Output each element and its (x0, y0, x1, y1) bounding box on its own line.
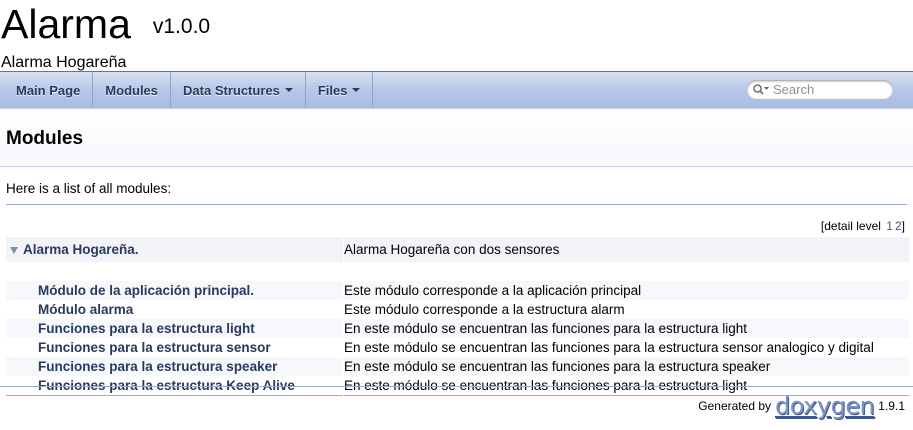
nav-item-label: Modules (105, 82, 159, 98)
table-row: Funciones para la estructura light En es… (6, 319, 909, 338)
project-name-text: Alarma (1, 1, 131, 47)
nav-item-data-structures[interactable]: Data Structures (171, 72, 306, 108)
module-entry: Funciones para la estructura light (6, 319, 344, 338)
dropdown-caret-icon (352, 88, 361, 92)
footer: Generated by doxygen 1.9.1 (0, 386, 913, 430)
generated-by: Generated by doxygen 1.9.1 (698, 394, 905, 418)
generated-by-label: Generated by (698, 399, 771, 413)
nav-item-modules[interactable]: Modules (93, 72, 172, 108)
contents: Here is a list of all modules: [detail l… (0, 181, 913, 396)
project-brief: Alarma Hogareña (1, 54, 127, 71)
table-row: Alarma Hogareña. Alarma Hogareña con dos… (6, 237, 909, 262)
project-number: v1.0.0 (152, 14, 211, 38)
module-description: Este módulo corresponde a la estructura … (343, 300, 909, 319)
module-description: Alarma Hogareña con dos sensores (343, 237, 909, 262)
module-description: En este módulo se encuentran las funcion… (343, 357, 909, 376)
nav-item-label: Files (317, 82, 348, 98)
module-description: Este módulo corresponde a la aplicación … (343, 281, 909, 300)
module-description: En este módulo se encuentran las funcion… (343, 338, 909, 357)
nav-item-main-page[interactable]: Main Page (0, 72, 94, 108)
detail-level-2-link[interactable]: 2 (895, 219, 902, 233)
nav-item-label: Main Page (16, 82, 81, 98)
intro-text: Here is a list of all modules: (6, 181, 907, 205)
nav-item-files[interactable]: Files (306, 72, 374, 108)
title-area: Alarma v1.0.0 Alarma Hogareña (0, 0, 913, 72)
module-link[interactable]: Funciones para la estructura light (38, 321, 255, 336)
module-entry: Funciones para la estructura sensor (6, 338, 344, 357)
table-row: Módulo de la aplicación principal. Este … (6, 281, 909, 300)
nav-bar: Main Page Modules Data Structures Files (0, 72, 913, 109)
search-input[interactable] (770, 82, 883, 97)
page-header: Modules (0, 109, 913, 167)
modules-table: Alarma Hogareña. Alarma Hogareña con dos… (6, 237, 909, 396)
nav-item-label: Data Structures (183, 82, 280, 98)
module-link[interactable]: Módulo de la aplicación principal. (38, 283, 254, 298)
module-entry: Módulo alarma (6, 300, 344, 319)
search-box[interactable] (747, 80, 893, 99)
detail-level-close: ] (901, 219, 905, 233)
module-entry: Alarma Hogareña. (6, 237, 344, 262)
dropdown-caret-icon (284, 88, 293, 92)
page-title: Modules (6, 128, 84, 149)
doxygen-logo[interactable]: doxygen (775, 394, 875, 418)
detail-level-label: [detail level (820, 219, 881, 233)
detail-level-1-link[interactable]: 1 (886, 219, 893, 233)
module-link[interactable]: Alarma Hogareña. (23, 242, 139, 257)
table-row: Funciones para la estructura speaker En … (6, 357, 909, 376)
module-entry: Funciones para la estructura speaker (6, 357, 344, 376)
row-spacer (6, 262, 909, 281)
module-entry: Módulo de la aplicación principal. (6, 281, 344, 300)
module-link[interactable]: Funciones para la estructura speaker (38, 359, 277, 374)
expand-arrow-icon[interactable] (10, 246, 18, 254)
module-link[interactable]: Módulo alarma (38, 302, 133, 317)
project-name: Alarma v1.0.0 (1, 0, 210, 54)
table-row: Funciones para la estructura sensor En e… (6, 338, 909, 357)
detail-level-selector: [detail level 1 2] (6, 219, 905, 233)
doxygen-version: 1.9.1 (878, 399, 905, 413)
module-link[interactable]: Funciones para la estructura sensor (38, 340, 271, 355)
search-icon[interactable] (752, 83, 770, 97)
table-row: Módulo alarma Este módulo corresponde a … (6, 300, 909, 319)
module-description: En este módulo se encuentran las funcion… (343, 319, 909, 338)
